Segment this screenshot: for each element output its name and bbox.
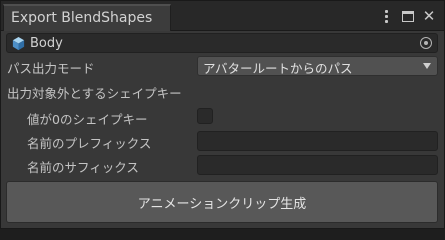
path-mode-label: パス出力モード: [7, 61, 95, 76]
close-icon[interactable]: ✕: [422, 8, 436, 24]
object-picker-icon[interactable]: [420, 37, 432, 49]
suffix-label: 名前のサフィックス: [27, 160, 139, 175]
exclude-section-header: 出力対象外とするシェイプキー: [7, 86, 182, 101]
export-blendshapes-window: Export BlendShapes ✕ Body パス出力モード アバタールー…: [0, 0, 445, 229]
object-field[interactable]: Body: [6, 33, 438, 53]
zero-value-label: 値が0のシェイプキー: [27, 112, 148, 127]
more-options-icon[interactable]: [382, 8, 390, 24]
path-mode-dropdown[interactable]: アバタールートからのパス: [197, 56, 438, 76]
object-field-value: Body: [30, 35, 63, 51]
dropdown-arrow-icon: [423, 63, 431, 69]
generate-animation-clip-button[interactable]: アニメーションクリップ生成: [6, 181, 438, 223]
zero-value-checkbox[interactable]: [197, 108, 213, 124]
window-tab[interactable]: Export BlendShapes: [3, 4, 171, 31]
window-title: Export BlendShapes: [11, 10, 153, 26]
prefix-label: 名前のプレフィックス: [27, 136, 152, 151]
maximize-icon[interactable]: [401, 8, 415, 24]
mesh-cube-icon: [12, 36, 25, 50]
path-mode-selected: アバタールートからのパス: [203, 61, 353, 76]
suffix-input[interactable]: [197, 155, 438, 175]
prefix-input[interactable]: [197, 131, 438, 151]
generate-button-label: アニメーションクリップ生成: [137, 196, 307, 212]
window-titlebar: Export BlendShapes ✕: [1, 1, 444, 31]
